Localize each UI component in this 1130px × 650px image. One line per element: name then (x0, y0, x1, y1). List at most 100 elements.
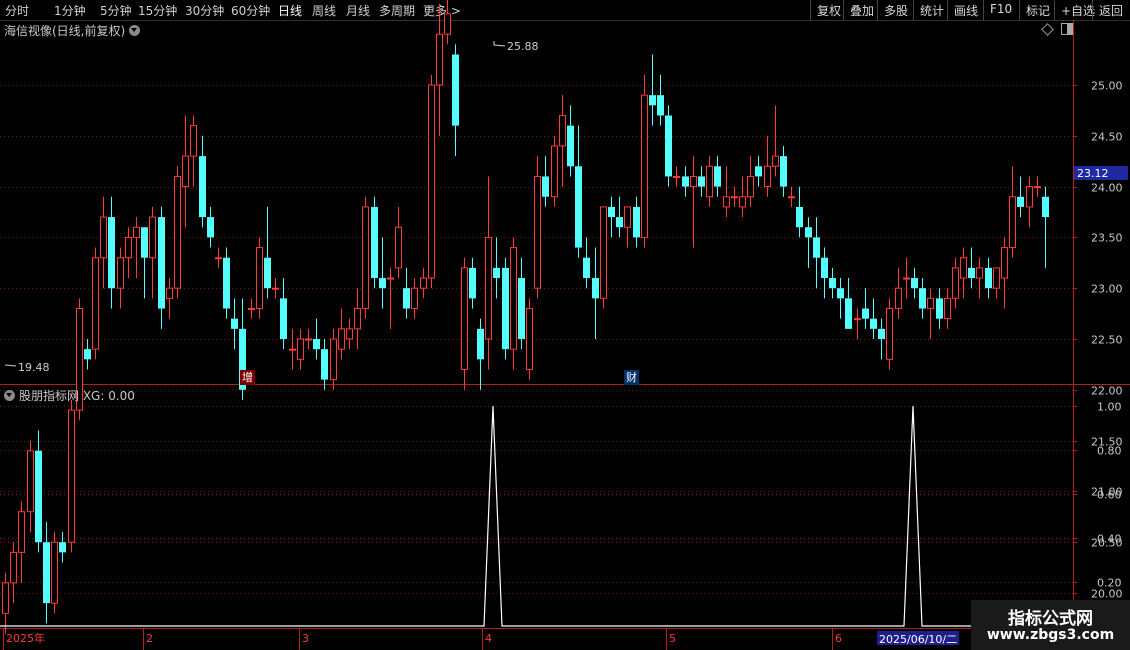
candle (878, 318, 885, 360)
candle-body (919, 288, 926, 309)
candle (125, 227, 132, 279)
candle (297, 328, 304, 370)
candle (289, 328, 296, 370)
candle-body (305, 338, 312, 341)
watermark-title: 指标公式网 (1008, 609, 1093, 629)
candle (796, 186, 803, 238)
event-tag-zeng[interactable]: 增 (240, 370, 255, 385)
candle-body (862, 308, 869, 319)
candle (338, 308, 345, 360)
candle (436, 3, 443, 136)
candle (911, 267, 918, 299)
candle-body (485, 236, 492, 340)
candle-body (84, 349, 91, 360)
candle (92, 247, 99, 360)
candle (903, 257, 910, 299)
candle-body (354, 308, 361, 330)
time-tick-label: 2 (146, 632, 153, 645)
indicator-name: 股朋指标网 XG: 0.00 (19, 389, 135, 403)
kline-chart[interactable]: 25.0024.5024.0023.5023.0022.5022.0021.50… (0, 0, 1130, 650)
candle-body (927, 297, 934, 310)
candle (985, 257, 992, 299)
candle-body (886, 308, 893, 360)
candle (68, 399, 75, 553)
candle-body (166, 287, 173, 299)
candle (1042, 186, 1049, 268)
candle-body (207, 217, 214, 238)
indicator-tick-label: 0.80 (1097, 445, 1122, 458)
candle-body (649, 95, 656, 106)
candle-body (706, 165, 713, 198)
candle (641, 74, 648, 248)
candle-body (248, 308, 255, 311)
candle (264, 206, 271, 299)
candle-body (542, 176, 549, 197)
candle (723, 166, 730, 218)
candle (182, 115, 189, 228)
candle-body (895, 287, 902, 310)
panel-toggle-icon[interactable] (1061, 23, 1073, 35)
candle (526, 298, 533, 380)
candle (870, 298, 877, 339)
candle-body (502, 267, 509, 350)
candle-body (108, 217, 115, 289)
candle (764, 135, 771, 197)
candle (542, 156, 549, 207)
candle-body (1026, 186, 1033, 208)
candle-body (526, 308, 533, 370)
low-marker-arrow (4, 364, 17, 367)
candle (354, 288, 361, 350)
candle-body (477, 328, 484, 360)
candle-body (313, 339, 320, 350)
candle-body (673, 175, 680, 178)
candle-body (878, 328, 885, 339)
candle (256, 237, 263, 319)
candle (452, 44, 459, 157)
candle-body (436, 33, 443, 86)
candle-body (51, 541, 58, 604)
candle (27, 440, 34, 533)
candle (805, 217, 812, 268)
chevron-down-icon[interactable] (4, 390, 15, 401)
candle (813, 217, 820, 289)
candle-body (469, 267, 476, 299)
candle (108, 196, 115, 309)
candle-body (330, 338, 337, 381)
candle (461, 257, 468, 390)
candle-body (190, 125, 197, 157)
candle-body (158, 217, 165, 309)
candle-body (346, 328, 353, 340)
candle-body (657, 95, 664, 116)
candle-body (714, 166, 721, 187)
candle-body (272, 287, 279, 290)
candle (403, 267, 410, 319)
candle-body (395, 226, 402, 269)
candle (2, 572, 9, 634)
candle (141, 227, 148, 299)
candle-body (362, 206, 369, 310)
candle (821, 247, 828, 299)
candle (968, 247, 975, 289)
event-tag-cai[interactable]: 财 (624, 370, 639, 385)
candle-body (215, 257, 222, 260)
candle-body (559, 114, 566, 147)
candle-body (182, 155, 189, 188)
indicator-tick-label: 0.40 (1097, 533, 1122, 546)
candle (1034, 176, 1041, 197)
high-marker-arrow (493, 41, 506, 47)
candle (624, 206, 631, 248)
time-tick-label: 6 (835, 632, 842, 645)
candle-body (133, 226, 140, 238)
time-tick-label: 4 (485, 632, 492, 645)
chevron-down-icon[interactable] (129, 25, 141, 36)
candle-body (624, 206, 631, 228)
candle-body (968, 267, 975, 279)
candle (788, 186, 795, 207)
candle (149, 206, 156, 299)
candle-body (944, 297, 951, 320)
candle (854, 308, 861, 339)
candle (633, 196, 640, 248)
candle-body (411, 287, 418, 310)
candle-body (755, 166, 762, 177)
candle-body (141, 227, 148, 258)
